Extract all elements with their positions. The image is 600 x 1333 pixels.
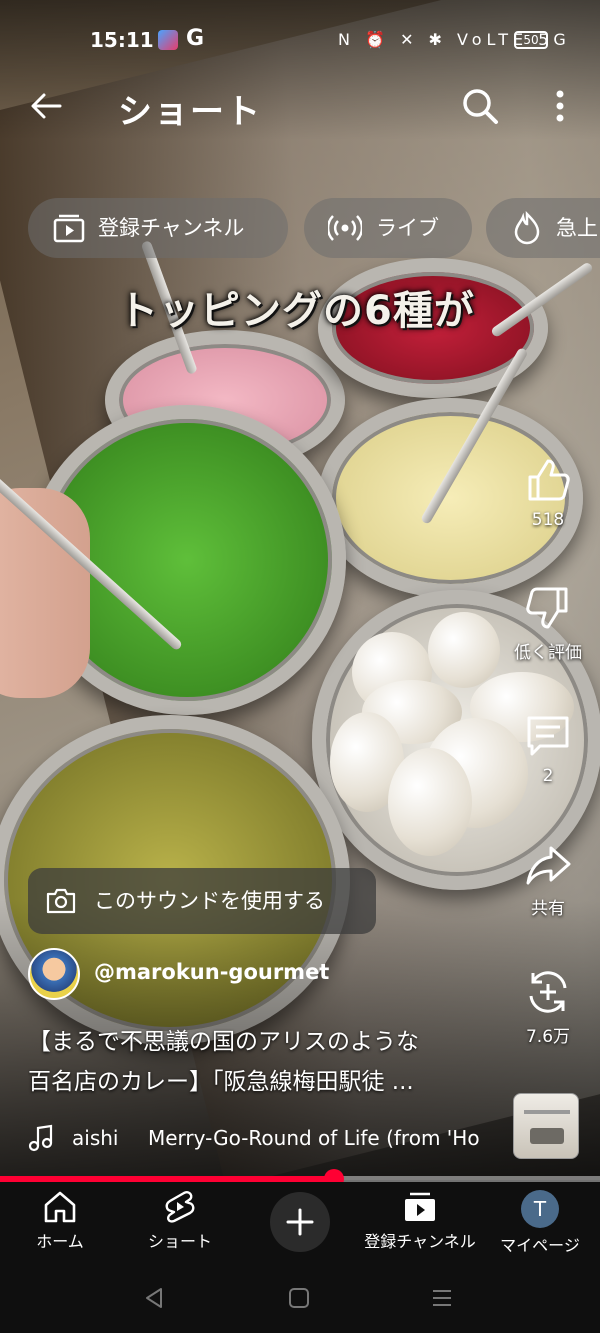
page-title: ショート [118, 92, 262, 132]
nav-subscriptions[interactable]: 登録チャンネル [360, 1190, 480, 1252]
bottom-navigation: ホーム ショート 登録チャンネル T マイページ [0, 1182, 600, 1262]
video-caption: トッピングの6種が [118, 288, 475, 334]
video-title-line: 【まるで不思議の国のアリスのような [28, 1029, 419, 1055]
chip-trending[interactable]: 急上 [486, 198, 600, 258]
battery-icon: 50 [514, 31, 548, 49]
comment-icon [527, 716, 569, 756]
nav-my-page[interactable]: T マイページ [480, 1190, 600, 1256]
video-title-line: 百名店のカレー】「阪急線梅田駅徒 ... [28, 1069, 414, 1095]
thumbnail-text-bar [524, 1110, 570, 1114]
create-button[interactable] [270, 1192, 330, 1252]
thumbs-down-icon [526, 587, 568, 629]
back-button[interactable] [26, 86, 66, 126]
remix-icon [529, 971, 567, 1013]
music-artist: aishi [72, 1126, 119, 1150]
home-icon [44, 1191, 76, 1223]
more-options-button[interactable] [548, 86, 572, 126]
clock: 15:11 [90, 28, 154, 52]
search-icon [463, 89, 498, 124]
shorts-icon [165, 1191, 195, 1223]
chip-subscriptions[interactable]: 登録チャンネル [28, 198, 288, 258]
subscriptions-icon [53, 214, 85, 243]
share-label: 共有 [531, 899, 565, 919]
nav-shorts-label: ショート [147, 1232, 212, 1251]
chip-label: 急上 [556, 216, 598, 240]
google-icon: G [186, 26, 205, 51]
like-button[interactable]: 518 [508, 456, 588, 530]
music-note-icon [28, 1124, 53, 1152]
more-vertical-icon [556, 90, 564, 122]
music-song: Merry-Go-Round of Life (from 'Ho [148, 1126, 480, 1150]
system-recents-icon[interactable] [430, 1286, 454, 1310]
comment-count: 2 [542, 766, 554, 786]
header: ショート [0, 80, 600, 136]
thumbs-up-icon [528, 459, 570, 501]
comment-button[interactable]: 2 [508, 712, 588, 786]
use-sound-button[interactable]: このサウンドを使用する [28, 868, 376, 934]
status-bar: 15:11 G N ⏰ ✕ ✱ VoLTE 5G 50 [0, 20, 600, 60]
sound-thumbnail[interactable] [513, 1093, 579, 1159]
nav-home-label: ホーム [36, 1232, 84, 1251]
music-info[interactable]: aishi Merry-Go-Round of Life (from 'Ho [28, 1122, 498, 1156]
live-icon [328, 215, 362, 241]
plus-icon [286, 1208, 314, 1236]
share-icon [526, 846, 571, 885]
like-count: 518 [531, 510, 565, 530]
trending-icon [514, 211, 540, 245]
system-home-icon[interactable] [287, 1286, 311, 1310]
chip-label: 登録チャンネル [98, 216, 245, 240]
user-avatar: T [521, 1190, 559, 1228]
channel-row[interactable]: @marokun-gourmet [28, 948, 388, 1004]
nav-home[interactable]: ホーム [0, 1190, 120, 1252]
lychee [428, 612, 500, 688]
system-navigation-bar [0, 1262, 600, 1333]
search-button[interactable] [460, 86, 500, 126]
video-title[interactable]: 【まるで不思議の国のアリスのような 百名店のカレー】「阪急線梅田駅徒 ... [28, 1022, 498, 1102]
dislike-button[interactable]: 低く評価 [508, 584, 588, 663]
nav-my-page-label: マイページ [500, 1236, 580, 1255]
channel-avatar[interactable] [28, 948, 80, 1000]
chip-label: ライブ [376, 216, 439, 240]
nav-shorts[interactable]: ショート [120, 1190, 240, 1252]
app-notification-icon [158, 30, 178, 50]
piano-icon [530, 1128, 564, 1144]
subscriptions-icon [405, 1192, 435, 1221]
remix-count: 7.6万 [525, 1027, 571, 1047]
chip-live[interactable]: ライブ [304, 198, 472, 258]
back-arrow-icon [31, 93, 62, 119]
channel-handle[interactable]: @marokun-gourmet [94, 960, 329, 984]
use-sound-label: このサウンドを使用する [94, 889, 325, 913]
dislike-label: 低く評価 [514, 643, 582, 663]
lychee [388, 748, 472, 856]
nav-subscriptions-label: 登録チャンネル [364, 1232, 476, 1251]
system-back-icon[interactable] [142, 1286, 166, 1310]
filter-chips: 登録チャンネル ライブ 急上 [0, 198, 600, 260]
remix-button[interactable]: 7.6万 [508, 968, 588, 1047]
share-button[interactable]: 共有 [508, 840, 588, 919]
camera-icon [46, 888, 76, 914]
